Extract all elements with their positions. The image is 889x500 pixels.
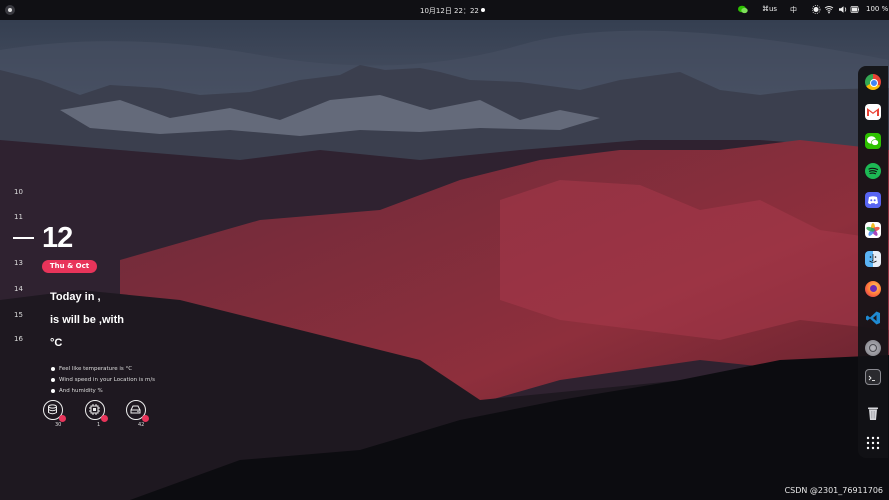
detail-text: Feel like temperature is °C (59, 366, 133, 372)
photos-icon[interactable] (865, 222, 881, 238)
finder-icon[interactable] (865, 251, 881, 267)
clock[interactable]: 10月12日 22：22 (420, 6, 479, 16)
dock (858, 66, 888, 458)
top-bar: 10月12日 22：22 ⌘us 中 100 % (0, 0, 889, 20)
wifi-icon (824, 6, 834, 14)
discord-icon[interactable] (865, 192, 881, 208)
input-method-indicator[interactable]: 中 (790, 5, 797, 15)
drive-gauge (126, 400, 149, 422)
app-grid-icon[interactable] (865, 435, 881, 451)
hour-label: 14 (14, 285, 23, 293)
humidity-detail: And humidity % (51, 388, 103, 394)
weather-location-line: Today in , (50, 291, 101, 303)
detail-text: And humidity % (59, 388, 103, 394)
cpu-icon (89, 404, 100, 415)
storage-value: 30 (55, 422, 62, 428)
wind-speed-detail: Wind speed in your Location is m/s (51, 377, 155, 383)
wechat-tray-icon[interactable] (738, 5, 748, 14)
system-status-area[interactable] (811, 5, 860, 16)
gauge-indicator (101, 415, 108, 422)
gauge-indicator (59, 415, 66, 422)
notification-dot (481, 8, 485, 12)
hour-label: 15 (14, 311, 23, 319)
terminal-icon[interactable] (865, 369, 881, 385)
database-icon (48, 404, 57, 415)
cpu-gauge (85, 400, 108, 422)
detail-text: Wind speed in your Location is m/s (59, 377, 156, 383)
brightness-icon (811, 5, 821, 14)
chrome-icon[interactable] (865, 74, 881, 90)
cpu-value: 1 (97, 422, 101, 428)
keyboard-layout-indicator[interactable]: ⌘us (762, 5, 777, 13)
hour-label: 16 (14, 335, 23, 343)
feels-like-detail: Feel like temperature is °C (51, 366, 132, 372)
current-hour: 12 (42, 222, 73, 254)
volume-icon (839, 6, 847, 13)
wechat-icon[interactable] (865, 133, 881, 149)
hour-label: 10 (14, 188, 23, 196)
watermark-text: CSDN @2301_76911706 (784, 486, 883, 495)
current-hour-marker (13, 237, 34, 239)
spotify-icon[interactable] (865, 163, 881, 179)
hour-label: 11 (14, 213, 23, 221)
drive-icon (130, 405, 141, 414)
storage-gauge (43, 400, 66, 422)
bullet-icon (51, 366, 55, 371)
drive-value: 42 (138, 422, 145, 428)
system-settings-icon[interactable] (865, 340, 881, 356)
trash-icon[interactable] (865, 405, 881, 421)
gmail-icon[interactable] (865, 104, 881, 120)
gauge-indicator (142, 415, 149, 422)
bullet-icon (51, 388, 55, 393)
mountain-wallpaper (0, 0, 889, 500)
weather-temperature-line: °C (50, 337, 63, 349)
weather-condition-line: is will be ,with (50, 314, 124, 326)
firefox-icon[interactable] (865, 281, 881, 297)
battery-icon (850, 6, 859, 13)
bullet-icon (51, 377, 55, 382)
battery-percentage[interactable]: 100 % (866, 5, 888, 13)
date-badge: Thu & Oct (42, 260, 97, 273)
desktop: 10月12日 22：22 ⌘us 中 100 % 10 11 12 13 14 … (0, 0, 889, 500)
activities-button[interactable] (5, 5, 15, 15)
vscode-icon[interactable] (865, 310, 881, 326)
hour-label: 13 (14, 259, 23, 267)
